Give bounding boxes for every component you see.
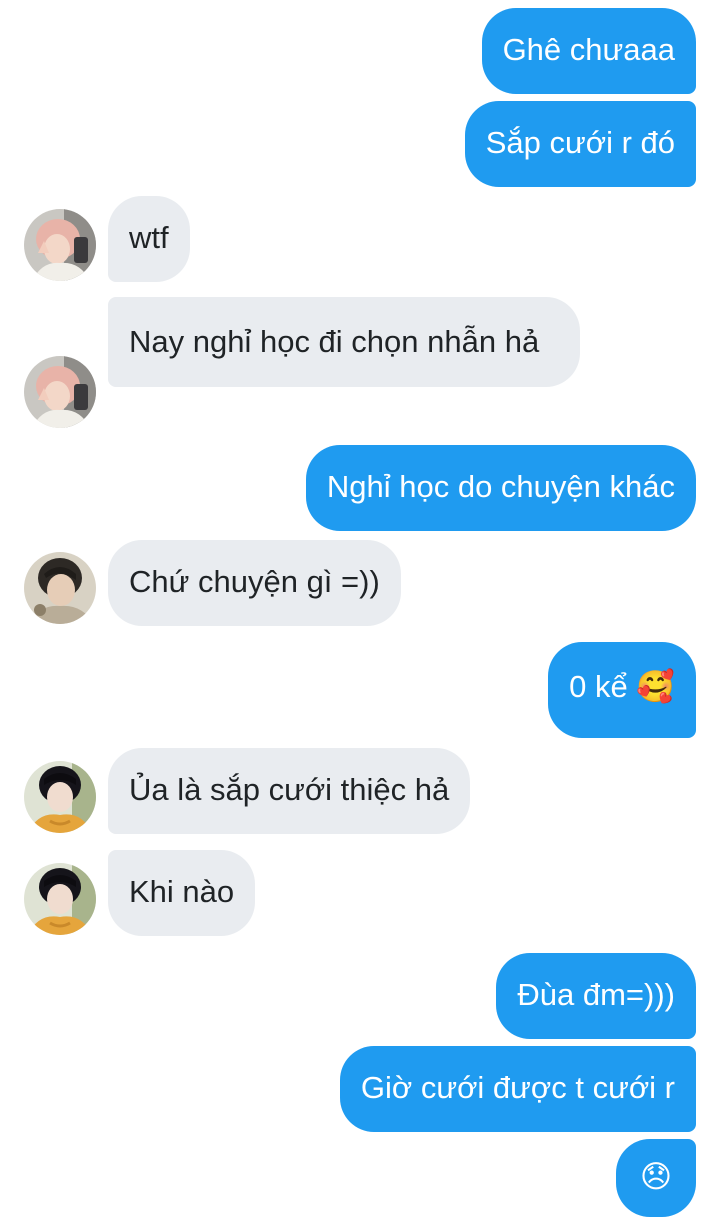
- avatar-black-hair-icon[interactable]: [24, 761, 96, 833]
- message-text: Sắp cưới r đó: [485, 125, 675, 160]
- message-text: Giờ cưới được t cưới r: [360, 1070, 675, 1105]
- outgoing-message-bubble[interactable]: Nghỉ học do chuyện khác: [305, 445, 696, 531]
- incoming-message-bubble[interactable]: Khi nào: [108, 850, 256, 936]
- incoming-message-bubble[interactable]: Nay nghỉ học đi chọn nhẫn hả: [108, 297, 580, 387]
- disappointed-face-icon: 😞: [639, 1159, 673, 1195]
- message-text: Nay nghỉ học đi chọn nhẫn hả: [129, 324, 540, 359]
- outgoing-message-bubble[interactable]: 😞: [616, 1139, 696, 1217]
- smiling-face-with-hearts-icon: 🥰: [636, 669, 675, 705]
- avatar-black-hair-icon[interactable]: [24, 863, 96, 935]
- message-text: Ghê chưaaa: [502, 32, 675, 67]
- incoming-message-bubble[interactable]: wtf: [108, 196, 190, 282]
- message-text: wtf: [129, 220, 169, 255]
- outgoing-message-bubble[interactable]: Ghê chưaaa: [481, 8, 696, 94]
- message-text: Đùa đm=))): [517, 977, 675, 1012]
- message-text: Ủa là sắp cưới thiệc hả: [129, 772, 450, 807]
- avatar-pink-hair-icon[interactable]: [24, 209, 96, 281]
- message-text: Chứ chuyện gì =)): [129, 564, 380, 599]
- outgoing-message-bubble[interactable]: 0 kể 🥰: [548, 642, 696, 738]
- incoming-message-bubble[interactable]: Ủa là sắp cưới thiệc hả: [108, 748, 471, 834]
- outgoing-message-bubble[interactable]: Sắp cưới r đó: [464, 101, 696, 187]
- incoming-message-bubble[interactable]: Chứ chuyện gì =)): [108, 540, 401, 626]
- message-text: Nghỉ học do chuyện khác: [326, 469, 675, 504]
- outgoing-message-bubble[interactable]: Đùa đm=))): [496, 953, 696, 1039]
- avatar-dark-hair-icon[interactable]: [24, 552, 96, 624]
- message-text: 0 kể: [569, 669, 628, 704]
- outgoing-message-bubble[interactable]: Giờ cưới được t cưới r: [339, 1046, 696, 1132]
- avatar-pink-hair-icon[interactable]: [24, 356, 96, 428]
- message-text: Khi nào: [129, 874, 235, 909]
